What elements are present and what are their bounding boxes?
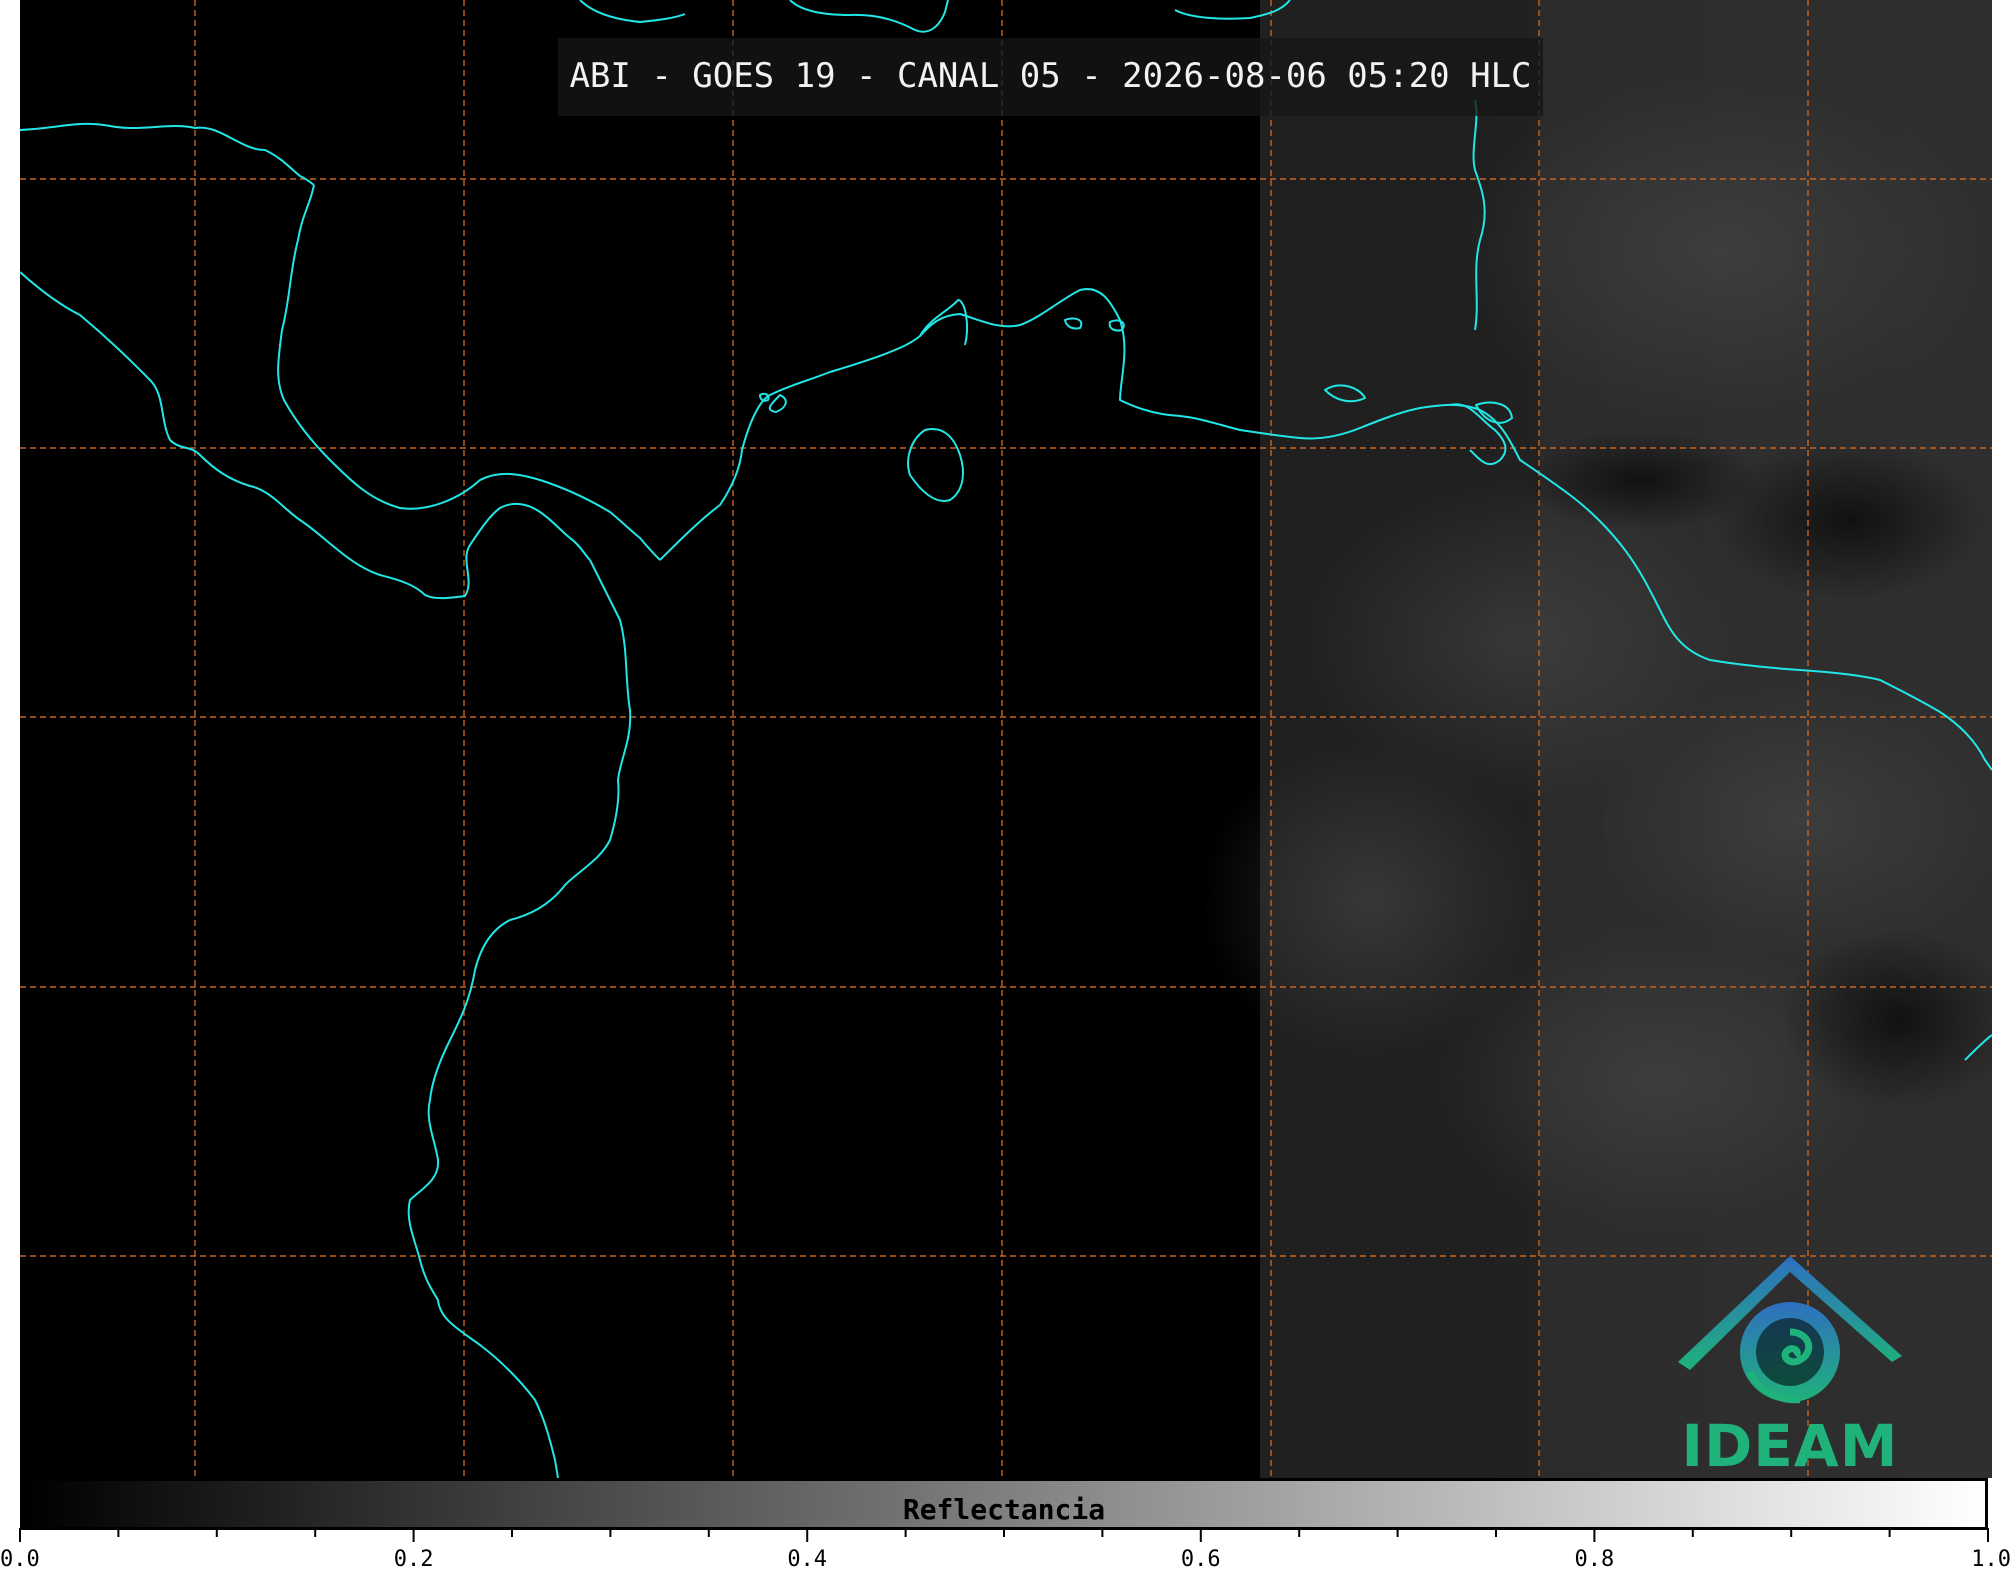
colorbar-ticks: 0.0 0.2 0.4 0.6 0.8 1.0	[0, 1528, 2011, 1572]
title-box: ABI - GOES 19 - CANAL 05 - 2026-08-06 05…	[558, 38, 1543, 116]
colorbar-tick-label: 0.4	[787, 1547, 827, 1572]
colorbar-tick-label: 0.6	[1181, 1547, 1221, 1572]
map-title: ABI - GOES 19 - CANAL 05 - 2026-08-06 05…	[569, 56, 1532, 96]
coastline-gulf-urabae	[768, 394, 787, 413]
satellite-image-panel: ABI - GOES 19 - CANAL 05 - 2026-08-06 05…	[20, 0, 1992, 1478]
ideam-logo: IDEAM	[1670, 1252, 1910, 1478]
colorbar: Reflectancia	[20, 1478, 1988, 1530]
colorbar-tick-label: 0.8	[1575, 1547, 1615, 1572]
coastline-hispaniola	[789, 0, 949, 33]
coastline-yucatan	[20, 122, 315, 186]
colorbar-tick-label: 0.2	[394, 1547, 434, 1572]
colorbar-label: Reflectancia	[902, 1493, 1106, 1526]
coastline-cuba	[579, 0, 686, 23]
coastline-pacific-central-america	[20, 271, 591, 600]
colorbar-tick-label: 0.0	[0, 1547, 40, 1572]
coastline-guajira	[919, 299, 968, 346]
coastline-lake-maracaibo	[907, 428, 964, 502]
logo-text: IDEAM	[1681, 1412, 1899, 1478]
coastline-pacific-south-america	[407, 559, 632, 1478]
coastline-caribbean-central-america	[277, 184, 661, 561]
colorbar-tick-label: 1.0	[1971, 1547, 2011, 1572]
